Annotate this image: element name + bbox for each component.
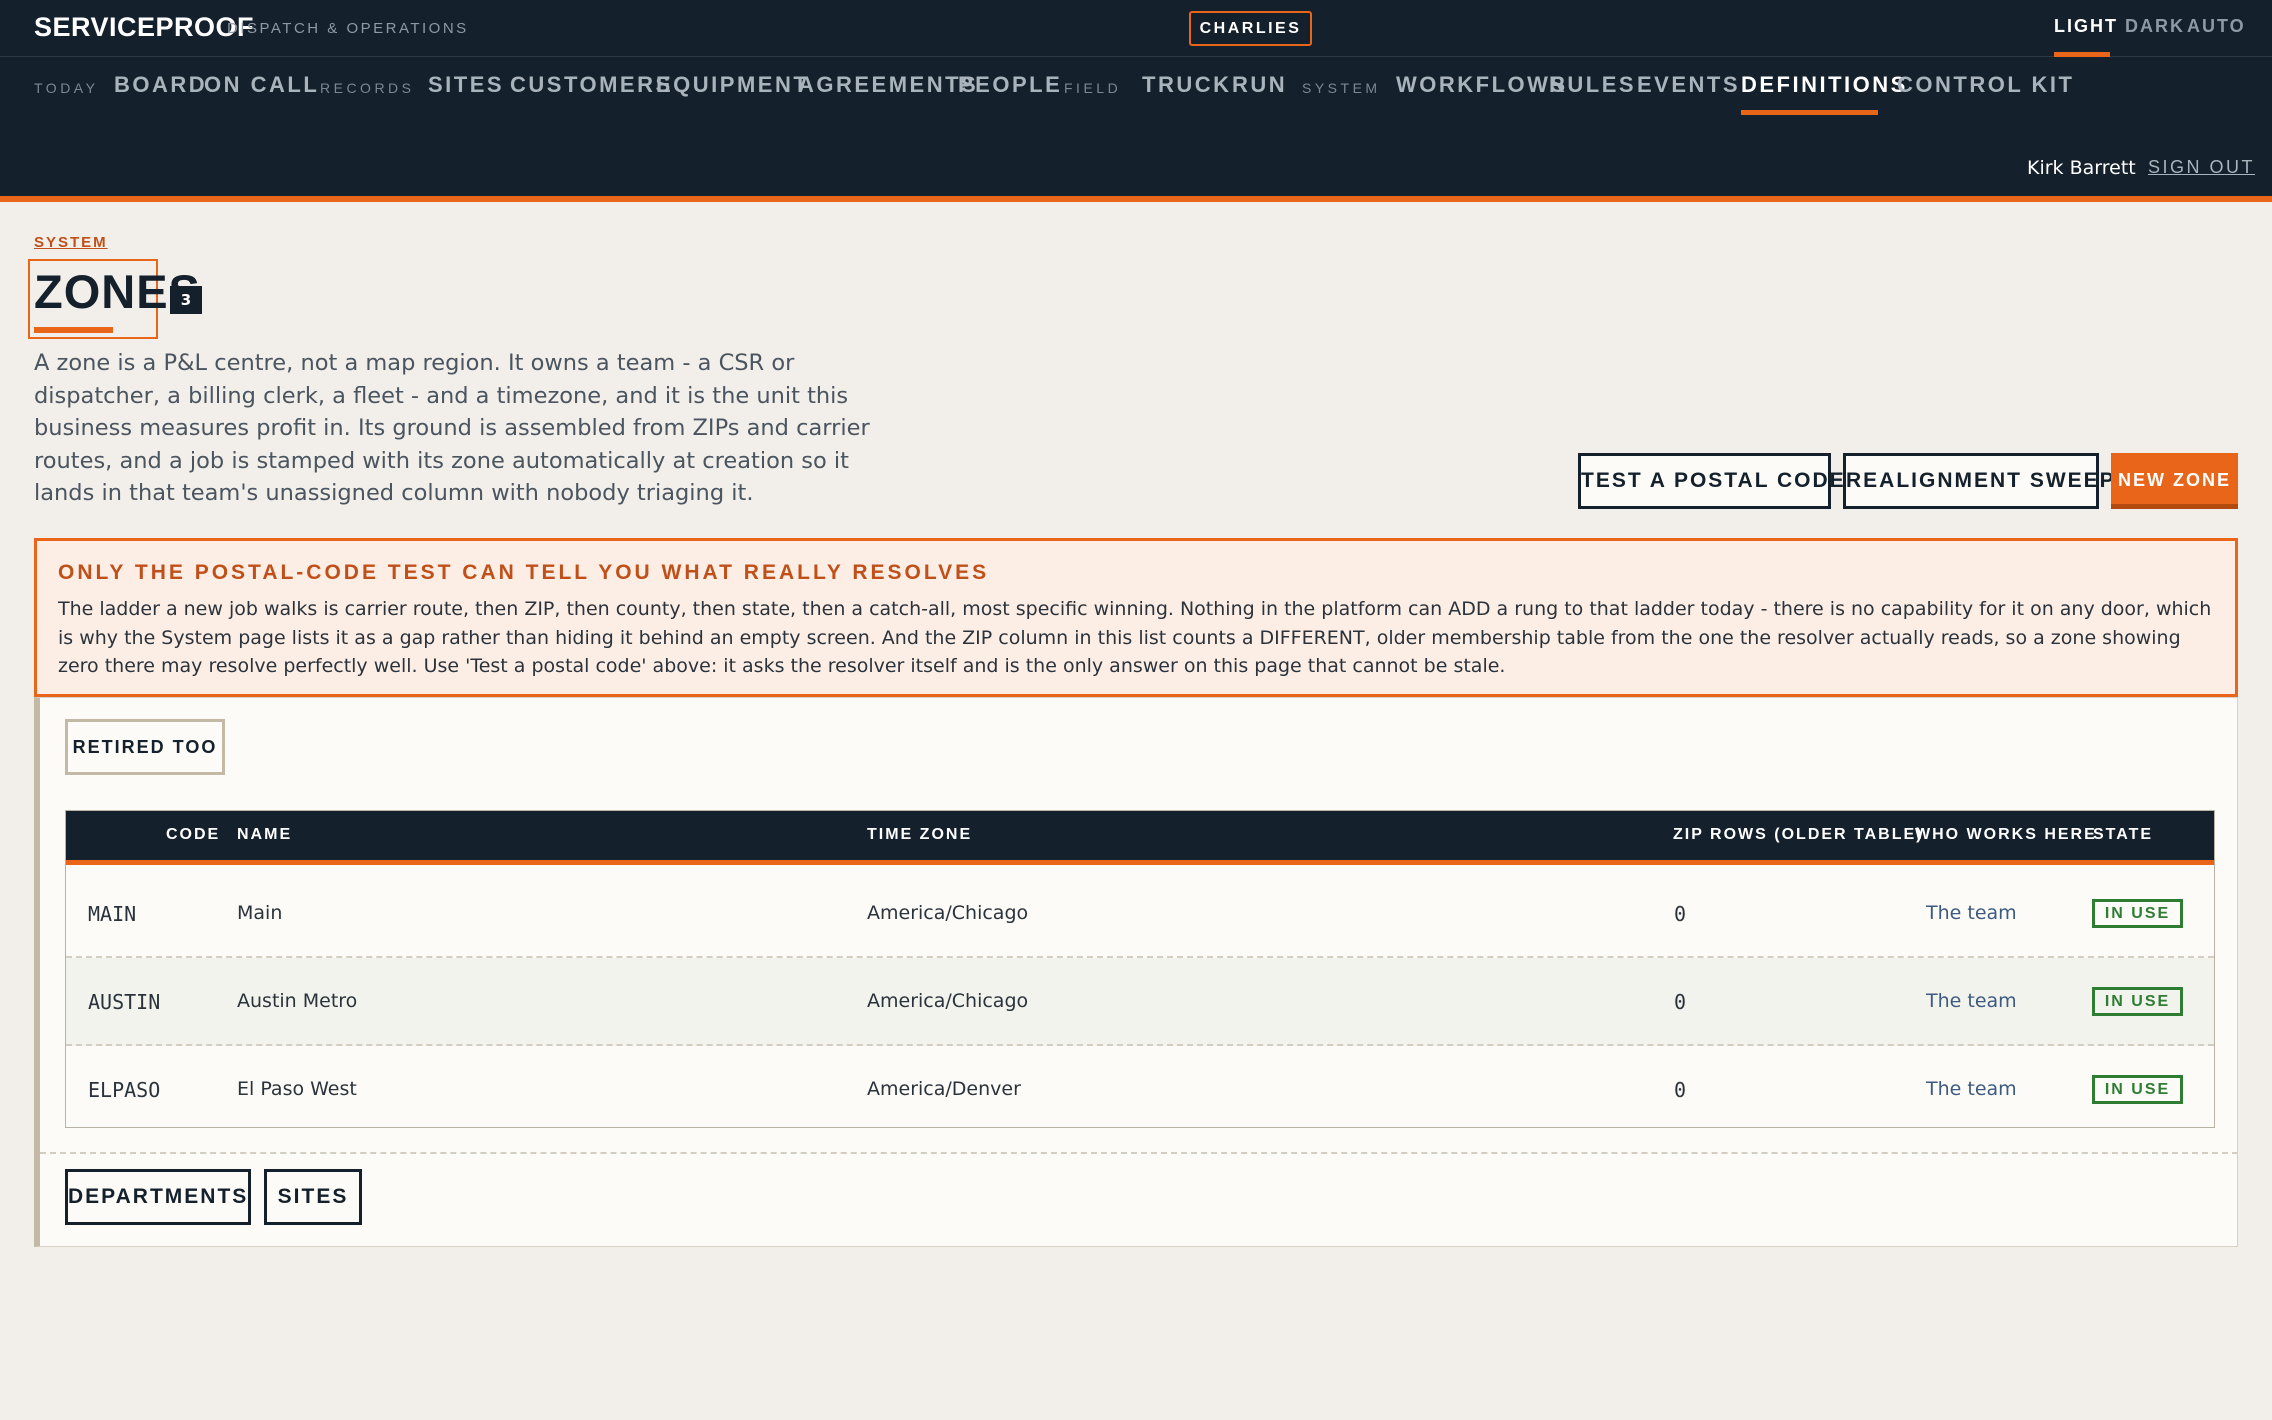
zones-panel: RETIRED TOO CODE NAME TIME ZONE ZIP ROWS… — [34, 697, 2238, 1247]
nav-active-indicator — [1741, 110, 1878, 115]
nav-item-rules[interactable]: RULES — [1549, 72, 1636, 98]
top-bar: SERVICEPROOF DISPATCH & OPERATIONS CHARL… — [0, 0, 2272, 57]
nav-item-workflows[interactable]: WORKFLOWS — [1396, 72, 1568, 98]
nav-group-records: RECORDS — [320, 80, 415, 96]
zone-code[interactable]: MAIN — [88, 902, 136, 926]
zone-team-link[interactable]: The team — [1926, 990, 2017, 1012]
app-header: SERVICEPROOF DISPATCH & OPERATIONS CHARL… — [0, 0, 2272, 202]
breadcrumb-system[interactable]: SYSTEM — [34, 234, 108, 251]
brand-subtitle: DISPATCH & OPERATIONS — [227, 20, 469, 37]
zone-time-zone: America/Denver — [867, 1078, 1021, 1100]
nav-item-control-kit[interactable]: CONTROL KIT — [1897, 72, 2074, 98]
sign-out-link[interactable]: SIGN OUT — [2148, 157, 2255, 178]
nav-group-field: FIELD — [1064, 80, 1122, 96]
test-postal-code-button[interactable]: TEST A POSTAL CODE — [1578, 453, 1844, 509]
col-zip-rows[interactable]: ZIP ROWS (OLDER TABLE) — [1673, 826, 1924, 844]
main-nav: TODAY BOARD ON CALL RECORDS SITES CUSTOM… — [0, 68, 2272, 112]
nav-item-truck[interactable]: TRUCK — [1142, 72, 1232, 98]
table-row[interactable]: AUSTIN Austin Metro America/Chicago 0 Th… — [66, 958, 2214, 1046]
status-badge: IN USE — [2092, 899, 2183, 928]
nav-item-people[interactable]: PEOPLE — [958, 72, 1062, 98]
nav-item-equipment[interactable]: EQUIPMENT — [656, 72, 809, 98]
theme-light[interactable]: LIGHT — [2054, 16, 2118, 37]
nav-item-agreements[interactable]: AGREEMENTS — [798, 72, 978, 98]
zones-table: CODE NAME TIME ZONE ZIP ROWS (OLDER TABL… — [65, 810, 2215, 1128]
status-badge: IN USE — [2092, 987, 2183, 1016]
page-intro: A zone is a P&L centre, not a map region… — [34, 350, 870, 506]
nav-item-definitions[interactable]: DEFINITIONS — [1741, 72, 1908, 98]
col-time-zone[interactable]: TIME ZONE — [867, 826, 972, 844]
col-code[interactable]: CODE — [166, 826, 220, 844]
zone-name: Austin Metro — [237, 990, 358, 1012]
nav-item-on-call[interactable]: ON CALL — [204, 72, 319, 98]
zone-team-link[interactable]: The team — [1926, 1078, 2017, 1100]
zone-zip-rows: 0 — [1674, 990, 1687, 1014]
col-who-works-here[interactable]: WHO WORKS HERE — [1915, 826, 2097, 844]
col-name[interactable]: NAME — [237, 826, 292, 844]
col-state[interactable]: STATE — [2093, 826, 2153, 844]
table-header: CODE NAME TIME ZONE ZIP ROWS (OLDER TABL… — [66, 811, 2214, 865]
theme-auto[interactable]: AUTO — [2187, 16, 2246, 37]
title-underline — [34, 327, 113, 333]
departments-button[interactable]: DEPARTMENTS — [65, 1169, 251, 1225]
zone-time-zone: America/Chicago — [867, 990, 1029, 1012]
realignment-sweep-button[interactable]: REALIGNMENT SWEEP — [1843, 453, 2114, 509]
nav-item-events[interactable]: EVENTS — [1637, 72, 1740, 98]
brand-logo[interactable]: SERVICEPROOF — [34, 12, 254, 43]
zone-code[interactable]: AUSTIN — [88, 990, 160, 1014]
callout-body: The ladder a new job walks is carrier ro… — [58, 598, 2212, 677]
nav-group-today: TODAY — [34, 80, 99, 96]
panel-divider — [40, 1152, 2238, 1154]
status-badge: IN USE — [2092, 1075, 2183, 1104]
zone-code[interactable]: ELPASO — [88, 1078, 160, 1102]
zone-count-badge: 3 — [170, 286, 202, 314]
org-switcher[interactable]: CHARLIES — [1189, 11, 1312, 46]
retired-too-toggle[interactable]: RETIRED TOO — [65, 719, 225, 775]
nav-group-system: SYSTEM — [1302, 80, 1381, 96]
zone-time-zone: America/Chicago — [867, 902, 1029, 924]
nav-item-board[interactable]: BOARD — [114, 72, 207, 98]
nav-item-run[interactable]: RUN — [1232, 72, 1287, 98]
zone-zip-rows: 0 — [1674, 1078, 1687, 1102]
zone-name: El Paso West — [237, 1078, 357, 1100]
table-row[interactable]: MAIN Main America/Chicago 0 The team IN … — [66, 870, 2214, 958]
user-name: Kirk Barrett — [2027, 157, 2136, 179]
theme-dark[interactable]: DARK — [2125, 16, 2185, 37]
nav-item-sites[interactable]: SITES — [428, 72, 504, 98]
zone-team-link[interactable]: The team — [1926, 902, 2017, 924]
theme-active-indicator — [2054, 52, 2110, 57]
callout-title: ONLY THE POSTAL-CODE TEST CAN TELL YOU W… — [58, 561, 990, 584]
table-row[interactable]: ELPASO El Paso West America/Denver 0 The… — [66, 1046, 2214, 1134]
zone-zip-rows: 0 — [1674, 902, 1687, 926]
sites-button[interactable]: SITES — [264, 1169, 362, 1225]
nav-item-customers[interactable]: CUSTOMERS — [510, 72, 673, 98]
zone-name: Main — [237, 902, 283, 924]
resolver-warning-callout: ONLY THE POSTAL-CODE TEST CAN TELL YOU W… — [34, 538, 2238, 697]
new-zone-button[interactable]: NEW ZONE — [2111, 453, 2238, 509]
